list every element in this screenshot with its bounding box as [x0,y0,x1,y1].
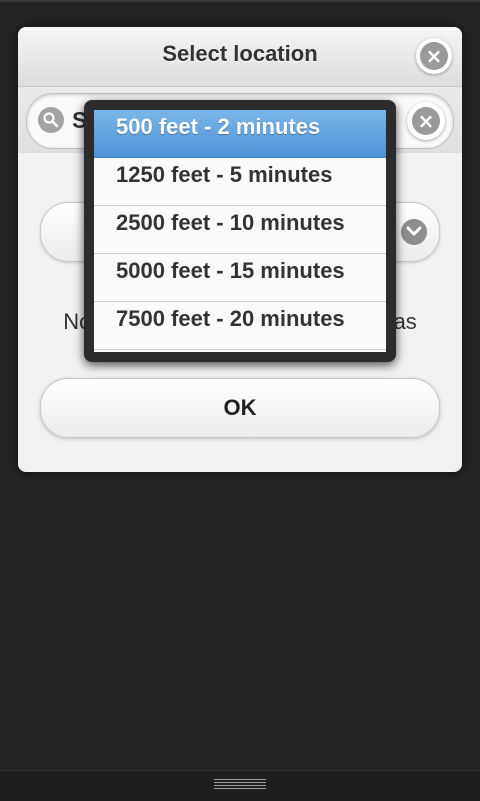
dialog-header: Select location × [18,27,462,87]
dropdown-list: 500 feet - 2 minutes 1250 feet - 5 minut… [94,110,386,352]
dropdown-option-2500-feet[interactable]: 2500 feet - 10 minutes [94,206,386,254]
chevron-down-icon [401,219,427,245]
dropdown-option-7500-feet[interactable]: 7500 feet - 20 minutes [94,302,386,350]
dropdown-option-500-feet[interactable]: 500 feet - 2 minutes [94,110,386,158]
ok-button[interactable]: OK [40,378,440,438]
search-icon [38,107,64,133]
menu-handle-icon[interactable] [214,779,266,791]
system-nav-bar [0,770,480,801]
distance-dropdown: 500 feet - 2 minutes 1250 feet - 5 minut… [84,100,396,362]
dialog-title: Select location [162,41,318,66]
dropdown-option-5000-feet[interactable]: 5000 feet - 15 minutes [94,254,386,302]
message-end: as [393,309,417,334]
dropdown-option-1250-feet[interactable]: 1250 feet - 5 minutes [94,158,386,206]
close-icon: × [420,42,448,70]
clear-search-button[interactable]: × [407,102,445,140]
clear-icon: × [412,107,440,135]
close-button[interactable]: × [416,38,452,74]
status-line [0,0,480,2]
